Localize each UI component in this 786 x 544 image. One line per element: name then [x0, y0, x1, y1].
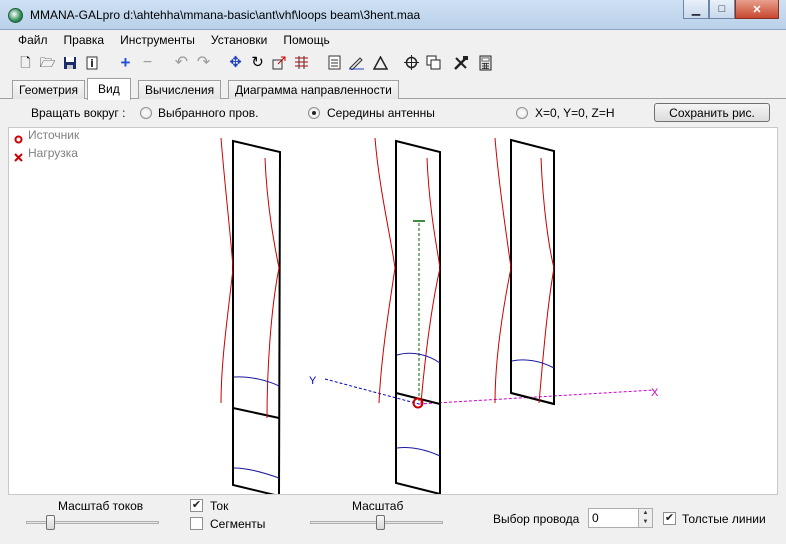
radio-origin-label: X=0, Y=0, Z=H — [535, 106, 615, 120]
tab-geometry[interactable]: Геометрия — [12, 80, 85, 99]
add-icon[interactable]: + — [117, 54, 134, 71]
menu-edit[interactable]: Правка — [56, 30, 113, 50]
wire-select-input[interactable]: 0 — [588, 508, 639, 528]
tab-radiation-pattern[interactable]: Диаграмма направленности — [228, 80, 399, 99]
menu-bar: Файл Правка Инструменты Установки Помощь — [0, 30, 786, 50]
scale-label: Масштаб — [352, 499, 404, 513]
menu-settings[interactable]: Установки — [203, 30, 275, 50]
menu-tools[interactable]: Инструменты — [112, 30, 203, 50]
wire-element-2 — [374, 137, 441, 494]
open-folder-icon[interactable]: 🗁 — [39, 54, 56, 71]
view-options: Вращать вокруг : Выбранного пров. Середи… — [0, 100, 786, 126]
spin-down-icon[interactable]: ▼ — [639, 518, 652, 527]
x-axis-label: X — [651, 387, 659, 399]
tools-icon[interactable] — [452, 54, 469, 71]
radio-selected-wire[interactable] — [140, 107, 152, 119]
window-controls: ▁ □ ✕ — [683, 0, 779, 19]
y-axis — [324, 378, 420, 405]
y-axis-label: Y — [309, 375, 317, 387]
scale-slider[interactable] — [376, 515, 386, 530]
title-bar: MMANA-GALpro d:\ahtehha\mmana-basic\ant\… — [0, 0, 786, 30]
window-title: MMANA-GALpro d:\ahtehha\mmana-basic\ant\… — [30, 8, 421, 22]
wire-element-1 — [220, 137, 282, 494]
current-scale-slider[interactable] — [45, 515, 55, 530]
save-icon[interactable] — [61, 54, 78, 71]
edit-pen-icon[interactable] — [348, 54, 365, 71]
wire-list-icon[interactable] — [293, 54, 310, 71]
radio-selected-wire-label: Выбранного пров. — [158, 106, 259, 120]
app-icon — [8, 8, 23, 23]
remove-icon[interactable]: − — [139, 54, 156, 71]
segments-checkbox-label: Сегменты — [210, 517, 266, 531]
scale-icon[interactable] — [271, 54, 288, 71]
wire-select-label: Выбор провода — [493, 512, 580, 526]
move-icon[interactable]: ✥ — [227, 54, 244, 71]
spin-up-icon[interactable]: ▲ — [639, 509, 652, 518]
thick-lines-checkbox-label: Толстые линии — [682, 512, 766, 526]
menu-file[interactable]: Файл — [10, 30, 56, 50]
bottom-controls: Масштаб токов ✔ Ток Сегменты Масштаб Выб… — [0, 496, 786, 544]
rotate-around-label: Вращать вокруг : — [31, 106, 126, 120]
maximize-button[interactable]: □ — [709, 0, 735, 19]
close-button[interactable]: ✕ — [735, 0, 779, 19]
rotate-icon[interactable]: ↻ — [249, 54, 266, 71]
x-axis — [418, 389, 655, 405]
redo-icon[interactable]: ↷ — [195, 54, 212, 71]
tab-view[interactable]: Вид — [87, 78, 131, 100]
calculator-icon[interactable] — [477, 54, 494, 71]
copy-icon[interactable] — [425, 54, 442, 71]
wire-select-spinner[interactable]: ▲ ▼ — [638, 508, 653, 528]
radio-antenna-center[interactable] — [308, 107, 320, 119]
current-scale-label: Масштаб токов — [58, 499, 144, 513]
antenna-view-canvas[interactable]: Источник Нагрузка Y X — [8, 127, 778, 495]
tab-calculations[interactable]: Вычисления — [138, 80, 222, 99]
antenna-drawing: Y X — [220, 137, 659, 494]
info-icon[interactable] — [83, 54, 100, 71]
radio-origin[interactable] — [516, 107, 528, 119]
triangle-icon[interactable] — [372, 54, 389, 71]
tab-bar: Геометрия Вид Вычисления Диаграмма напра… — [0, 78, 786, 100]
document-icon[interactable] — [326, 54, 343, 71]
new-file-icon[interactable]: 🗋 — [17, 54, 34, 71]
wire-element-3 — [494, 137, 555, 406]
crosshair-icon[interactable] — [403, 54, 420, 71]
current-checkbox-label: Ток — [210, 499, 229, 513]
segments-checkbox[interactable] — [190, 517, 203, 530]
undo-icon[interactable]: ↶ — [173, 54, 190, 71]
menu-help[interactable]: Помощь — [275, 30, 337, 50]
toolbar: 🗋 🗁 + − ↶ ↷ ✥ ↻ — [0, 51, 786, 75]
minimize-button[interactable]: ▁ — [683, 0, 709, 19]
radio-antenna-center-label: Середины антенны — [327, 106, 435, 120]
thick-lines-checkbox[interactable]: ✔ — [663, 512, 676, 525]
save-picture-button[interactable]: Сохранить рис. — [654, 103, 770, 122]
current-checkbox[interactable]: ✔ — [190, 499, 203, 512]
